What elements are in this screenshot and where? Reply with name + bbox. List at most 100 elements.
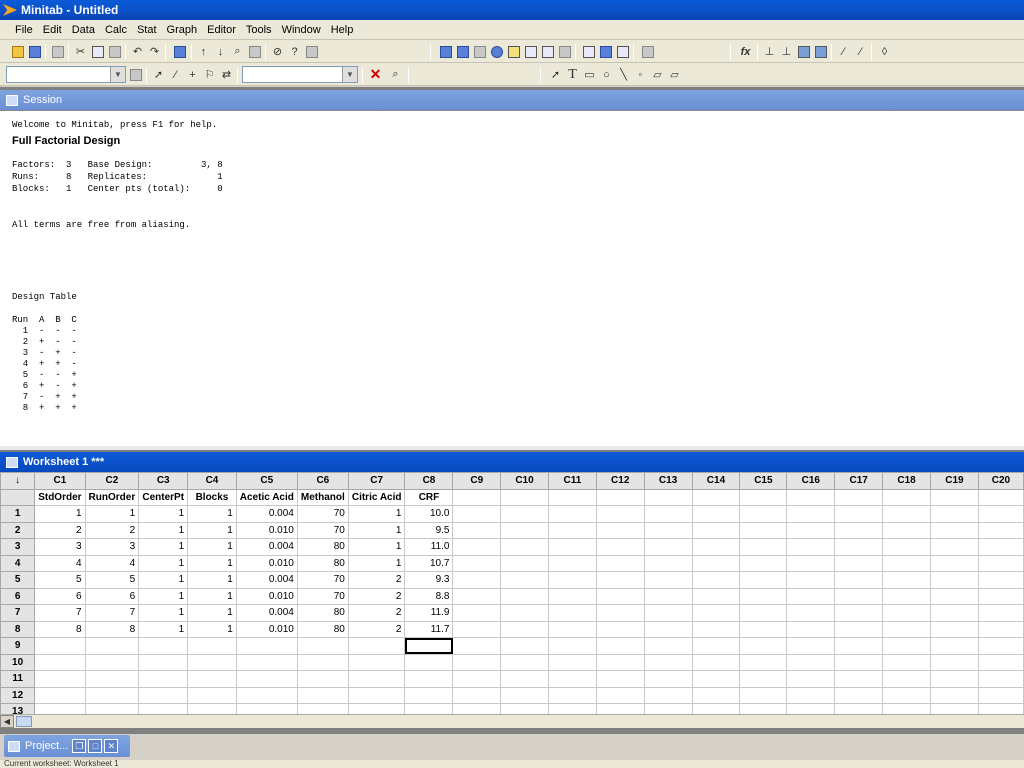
data-cell[interactable]: 11.9 — [404, 604, 454, 622]
data-cell[interactable]: 3 — [34, 538, 86, 556]
row-header[interactable]: 9 — [0, 637, 36, 655]
graphs-folder-icon[interactable] — [523, 44, 538, 59]
data-cell[interactable] — [977, 653, 1024, 671]
line-tool-icon[interactable]: ╲ — [616, 67, 631, 82]
data-cell[interactable]: 8.8 — [404, 587, 454, 605]
data-cell[interactable] — [595, 703, 645, 714]
menu-window[interactable]: Window — [277, 24, 326, 36]
data-cell[interactable] — [977, 620, 1024, 638]
data-cell[interactable] — [595, 670, 645, 688]
data-cell[interactable]: 70 — [296, 571, 349, 589]
column-header[interactable]: C17 — [834, 472, 884, 490]
data-cell[interactable]: 1 — [347, 538, 406, 556]
column-header[interactable]: C1 — [34, 472, 86, 490]
data-cell[interactable]: 9.5 — [404, 521, 454, 539]
data-cell[interactable] — [786, 554, 836, 572]
data-cell[interactable] — [882, 686, 931, 704]
data-cell[interactable] — [882, 653, 931, 671]
data-cell[interactable] — [882, 703, 931, 714]
help-icon[interactable]: ? — [287, 44, 302, 59]
column-header[interactable]: C19 — [929, 472, 979, 490]
data-cell[interactable] — [834, 620, 884, 638]
data-cell[interactable] — [187, 703, 237, 714]
data-cell[interactable] — [977, 670, 1024, 688]
move-down-icon[interactable]: ↓ — [213, 44, 228, 59]
column-name-cell[interactable] — [929, 488, 979, 506]
data-cell[interactable] — [691, 653, 741, 671]
data-cell[interactable]: 0.010 — [235, 587, 298, 605]
data-cell[interactable] — [235, 637, 298, 655]
function-icon[interactable]: fx — [738, 44, 753, 59]
data-cell[interactable]: 70 — [296, 505, 349, 523]
data-cell[interactable]: 7 — [34, 604, 86, 622]
data-cell[interactable]: 80 — [296, 538, 349, 556]
column-name-cell[interactable]: RunOrder — [84, 488, 140, 506]
column-name-cell[interactable] — [977, 488, 1024, 506]
data-cell[interactable]: 4 — [34, 554, 86, 572]
column-name-cell[interactable] — [547, 488, 597, 506]
data-window-icon[interactable] — [472, 44, 487, 59]
menu-stat[interactable]: Stat — [132, 24, 162, 36]
column-header[interactable]: C12 — [595, 472, 645, 490]
data-cell[interactable] — [977, 554, 1024, 572]
data-cell[interactable] — [882, 604, 931, 622]
data-cell[interactable] — [452, 587, 502, 605]
data-cell[interactable] — [235, 670, 298, 688]
data-cell[interactable] — [834, 554, 884, 572]
data-cell[interactable] — [882, 505, 931, 523]
column-name-cell[interactable]: Methanol — [296, 488, 349, 506]
data-cell[interactable] — [595, 587, 645, 605]
data-cell[interactable]: 8 — [34, 620, 86, 638]
data-cell[interactable] — [643, 554, 693, 572]
data-cell[interactable] — [834, 637, 884, 655]
data-cell[interactable] — [739, 703, 788, 714]
row-header[interactable]: 3 — [0, 538, 36, 556]
data-cell[interactable] — [187, 653, 237, 671]
data-cell[interactable]: 0.004 — [235, 505, 298, 523]
worksheets-folder-icon[interactable] — [581, 44, 596, 59]
data-cell[interactable] — [452, 670, 502, 688]
save-icon[interactable] — [27, 44, 42, 59]
data-cell[interactable] — [595, 505, 645, 523]
data-cell[interactable]: 0.010 — [235, 554, 298, 572]
data-cell[interactable] — [929, 620, 979, 638]
data-cell[interactable]: 4 — [84, 554, 140, 572]
data-cell[interactable] — [929, 587, 979, 605]
data-cell[interactable] — [296, 637, 349, 655]
swap-icon[interactable]: ⇄ — [219, 67, 234, 82]
data-cell[interactable] — [929, 571, 979, 589]
data-cell[interactable]: 11.7 — [404, 620, 454, 638]
column-name-cell[interactable] — [643, 488, 693, 506]
data-cell[interactable] — [452, 686, 502, 704]
data-cell[interactable]: 3 — [84, 538, 140, 556]
data-cell[interactable] — [347, 670, 406, 688]
data-cell[interactable] — [643, 620, 693, 638]
data-cell[interactable] — [500, 620, 549, 638]
scroll-thumb[interactable] — [16, 716, 32, 727]
column-header[interactable]: C11 — [547, 472, 597, 490]
data-cell[interactable]: 1 — [187, 587, 237, 605]
bar-chart-icon[interactable] — [796, 44, 811, 59]
row-header[interactable]: 12 — [0, 686, 36, 704]
data-cell[interactable]: 8 — [84, 620, 140, 638]
data-cell[interactable] — [452, 571, 502, 589]
data-cell[interactable] — [452, 703, 502, 714]
data-cell[interactable] — [834, 587, 884, 605]
session-scrollbar[interactable] — [0, 446, 1024, 450]
active-cell[interactable] — [404, 637, 454, 655]
data-cell[interactable]: 1 — [347, 554, 406, 572]
brush-icon[interactable]: ∕ — [836, 44, 851, 59]
worksheet-scrollbar[interactable]: ◀ — [0, 714, 1024, 728]
data-cell[interactable]: 1 — [187, 554, 237, 572]
data-cell[interactable]: 1 — [84, 505, 140, 523]
data-cell[interactable]: 0.010 — [235, 620, 298, 638]
data-cell[interactable] — [786, 637, 836, 655]
data-cell[interactable] — [138, 686, 189, 704]
column-header[interactable]: C4 — [187, 472, 237, 490]
undo-icon[interactable]: ↶ — [130, 44, 145, 59]
data-cell[interactable] — [977, 538, 1024, 556]
data-cell[interactable] — [739, 554, 788, 572]
data-cell[interactable]: 1 — [138, 571, 189, 589]
data-cell[interactable]: 80 — [296, 554, 349, 572]
column-name-cell[interactable] — [691, 488, 741, 506]
